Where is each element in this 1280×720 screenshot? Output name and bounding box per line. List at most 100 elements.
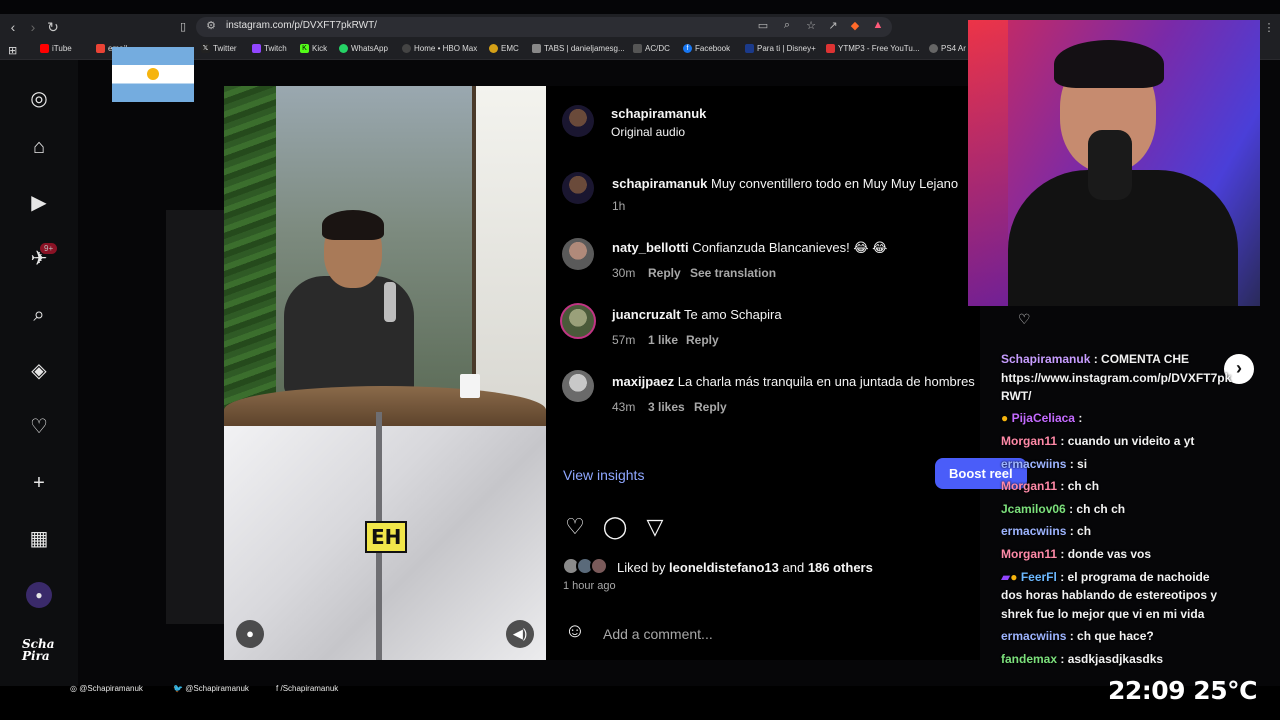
create-icon[interactable]: + — [26, 470, 52, 496]
comment-username[interactable]: maxijpaez — [612, 374, 674, 389]
chat-username: Schapiramanuk — [1001, 352, 1091, 366]
share-icon[interactable]: ↗ — [826, 19, 840, 32]
comment-username[interactable]: schapiramanuk — [612, 176, 707, 191]
streamer-headphones — [1054, 40, 1164, 88]
clock-time: 22:09 — [1108, 676, 1186, 705]
bookmark-emc[interactable]: EMC — [489, 44, 519, 53]
bookmark-ytmp3[interactable]: YTMP3 - Free YouTu... — [826, 44, 920, 53]
comment-avatar[interactable] — [562, 172, 594, 204]
chat-message: Jcamilov06 : ch ch ch — [1001, 502, 1125, 516]
chat-message: RWT/ — [1001, 389, 1031, 403]
bookmark-hbo[interactable]: Home • HBO Max — [402, 44, 477, 53]
cast-icon[interactable]: ▭ — [756, 19, 770, 32]
comment-avatar[interactable] — [562, 238, 594, 270]
chat-username: ermacwiins — [1001, 629, 1067, 643]
chat-text: : ch ch ch — [1069, 502, 1126, 516]
notifications-heart-icon[interactable]: ♡ — [26, 414, 52, 440]
comment-avatar[interactable] — [562, 370, 594, 402]
home-icon[interactable]: ⌂ — [26, 134, 52, 160]
add-comment-input[interactable]: Add a comment... — [603, 626, 713, 642]
comment-text: Confianzuda Blancanieves! 😂 😂 — [692, 240, 888, 255]
microphone — [384, 282, 396, 322]
brave-shield-icon[interactable]: ◆ — [848, 19, 862, 32]
person-headphones — [322, 210, 384, 240]
see-translation-button[interactable]: See translation — [690, 266, 776, 280]
audio-label[interactable]: Original audio — [611, 125, 685, 139]
bookmark-icon[interactable]: ▯ — [174, 18, 192, 36]
bookmark-whatsapp[interactable]: WhatsApp — [339, 44, 388, 53]
chat-message: Schapiramanuk : COMENTA CHE — [1001, 352, 1189, 366]
tab-strip — [0, 0, 1280, 14]
reload-icon[interactable]: ↻ — [44, 18, 62, 36]
bookmark-acdc[interactable]: AC/DC — [633, 44, 670, 53]
liked-by-prefix: Liked by — [617, 560, 666, 575]
apps-icon[interactable]: ⊞ — [8, 44, 17, 57]
comment-username[interactable]: juancruzalt — [612, 307, 681, 322]
view-insights-link[interactable]: View insights — [563, 467, 644, 483]
social-handle: /Schapiramanuk — [280, 684, 339, 693]
bookmark-tabs[interactable]: TABS | danieljamesg... — [532, 44, 625, 53]
reels-icon[interactable]: ▶ — [26, 190, 52, 216]
chat-text: : si — [1069, 457, 1088, 471]
social-handle: @Schapiramanuk — [79, 684, 143, 693]
zoom-icon[interactable]: ⌕ — [780, 19, 794, 32]
site-info-icon[interactable]: ⚙ — [204, 19, 218, 32]
comment-avatar[interactable] — [560, 303, 596, 339]
forward-icon[interactable]: › — [24, 18, 42, 36]
author-username[interactable]: schapiramanuk — [611, 106, 706, 121]
back-icon[interactable]: ‹ — [4, 18, 22, 36]
rewards-icon[interactable]: ▲ — [871, 19, 885, 31]
author-avatar[interactable] — [562, 105, 594, 137]
chat-message: ermacwiins : ch — [1001, 524, 1091, 538]
plant-wall — [224, 86, 276, 416]
comment-text: Muy conventillero todo en Muy Muy Lejano — [711, 176, 959, 191]
like-heart-icon[interactable]: ♡ — [562, 514, 588, 540]
comment-username[interactable]: naty_bellotti — [612, 240, 689, 255]
bookmark-youtube[interactable]: iTube — [40, 44, 72, 53]
desk — [224, 386, 546, 426]
webcam-overlay — [968, 20, 1260, 306]
likes-count[interactable]: 3 likes — [648, 400, 685, 414]
liked-by-avatars[interactable] — [562, 557, 614, 577]
volume-icon[interactable]: ◀) — [506, 620, 534, 648]
chat-text: : cuando un videito a yt — [1060, 434, 1195, 448]
bookmark-facebook[interactable]: f Facebook — [683, 44, 730, 53]
star-icon[interactable]: ☆ — [804, 19, 818, 32]
menu-icon[interactable]: ⋮ — [1262, 21, 1276, 34]
bookmark-ps4[interactable]: PS4 Ar — [929, 44, 966, 53]
reply-button[interactable]: Reply — [686, 333, 719, 347]
likes-count[interactable]: 1 like — [648, 333, 678, 347]
explore-icon[interactable]: ◈ — [26, 358, 52, 384]
share-icon[interactable]: ▽ — [642, 514, 668, 540]
badge-icon: ● — [1010, 570, 1018, 584]
liked-by-user[interactable]: leoneldistefano13 — [669, 560, 779, 575]
chat-text: shrek fue lo mejor que vi en mi vida — [1001, 607, 1205, 621]
comment-time: 30m — [612, 266, 636, 280]
bookmark-kick[interactable]: K Kick — [300, 44, 327, 53]
bookmark-twitter[interactable]: 𝕏 Twitter — [201, 44, 237, 53]
tagged-user-icon[interactable]: ● — [236, 620, 264, 648]
heart-icon: ♡ — [1018, 311, 1031, 327]
social-instagram: ◎ @Schapiramanuk — [70, 684, 143, 693]
chat-text: : — [1078, 411, 1083, 425]
chat-text: RWT/ — [1001, 389, 1032, 403]
instagram-logo-icon[interactable]: ◎ — [26, 86, 52, 112]
twitter-icon: 🐦 — [173, 684, 183, 693]
clock-weather: 22:09 25°C — [1108, 676, 1257, 705]
chat-username: ermacwiins — [1001, 524, 1067, 538]
url-text[interactable]: instagram.com/p/DVXFT7pkRWT/ — [226, 20, 377, 31]
streamer-microphone — [1088, 130, 1132, 200]
liker-avatar — [590, 557, 608, 575]
dashboard-icon[interactable]: ▦ — [26, 526, 52, 552]
emoji-icon[interactable]: ☺ — [562, 620, 588, 643]
reel-video[interactable]: EH ● ◀) — [224, 86, 546, 660]
bookmark-disney[interactable]: Para ti | Disney+ — [745, 44, 816, 53]
comment-line: schapiramanuk Muy conventillero todo en … — [612, 176, 958, 191]
comment-icon[interactable]: ◯ — [602, 514, 628, 540]
reply-button[interactable]: Reply — [694, 400, 727, 414]
liked-by-others[interactable]: 186 others — [808, 560, 873, 575]
profile-avatar[interactable]: ● — [26, 582, 52, 608]
search-icon[interactable]: ⌕ — [26, 302, 52, 328]
reply-button[interactable]: Reply — [648, 266, 681, 280]
bookmark-twitch[interactable]: Twitch — [252, 44, 287, 53]
